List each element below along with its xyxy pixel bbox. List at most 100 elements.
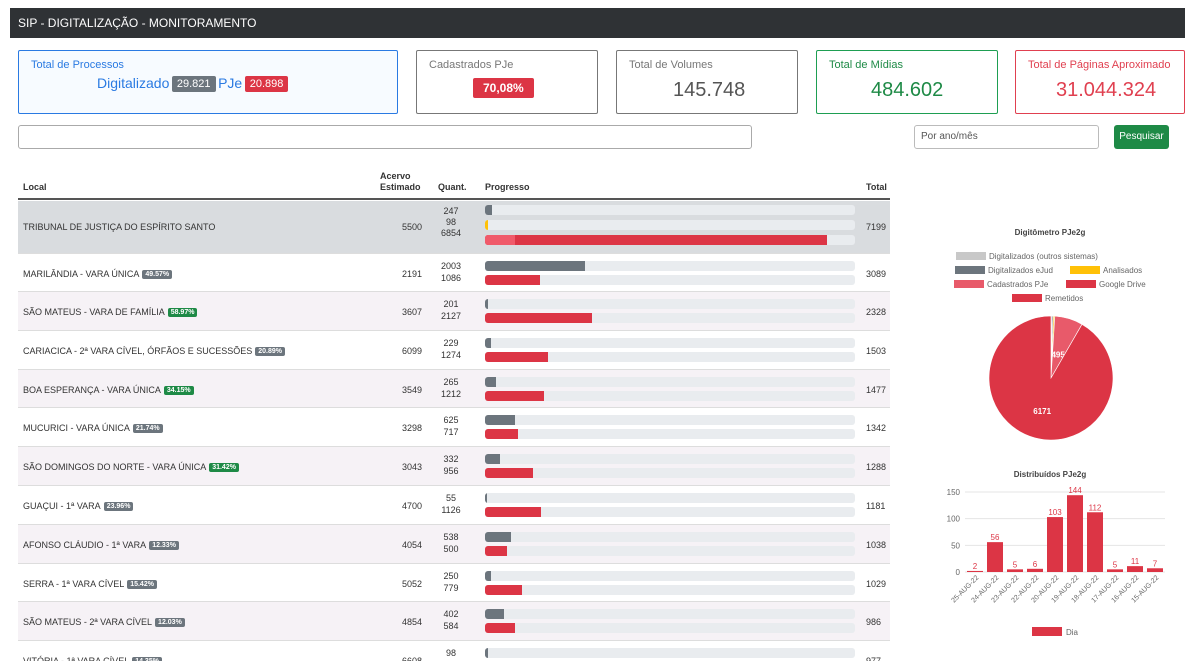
- progress-fill: [485, 261, 585, 271]
- table-row[interactable]: BOA ESPERANÇA - VARA ÚNICA 34.15% 3549 265 1…: [18, 370, 890, 408]
- progress-fill: [485, 546, 508, 556]
- progress-bar: [485, 261, 855, 271]
- progress-bar: [485, 493, 855, 503]
- progress-fill: [485, 235, 828, 245]
- row-local-text: SÃO MATEUS - 2ª VARA CÍVEL: [23, 617, 153, 627]
- table-row[interactable]: VITÓRIA - 1ª VARA CÍVEL14.35% 6608 98 977: [18, 641, 890, 661]
- row-acervo: 4700: [401, 501, 422, 511]
- row-total: 7199: [866, 222, 887, 232]
- bar[interactable]: [1067, 495, 1083, 572]
- row-quant-2: 717: [443, 427, 459, 437]
- search-input[interactable]: [18, 125, 752, 149]
- legend-label: Remetidos: [1045, 294, 1084, 303]
- progress-bar: [485, 275, 855, 285]
- card-title: Total de Volumes: [629, 59, 713, 71]
- y-tick-label: 0: [956, 568, 961, 577]
- row-quant-3: 6854: [440, 228, 462, 238]
- app-title-bar: SIP - DIGITALIZAÇÃO - MONITORAMENTO: [10, 8, 1185, 38]
- legend-swatch: [1070, 266, 1100, 274]
- table-row[interactable]: TRIBUNAL DE JUSTIÇA DO ESPÍRITO SANTO 55…: [18, 201, 890, 254]
- row-total: 1038: [866, 540, 887, 550]
- table-row[interactable]: MARILÂNDIA - VARA ÚNICA 49.57% 2191 2003 108…: [18, 254, 890, 292]
- bar[interactable]: [1147, 568, 1163, 572]
- progress-bar: [485, 585, 855, 595]
- legend-remetidos[interactable]: Remetidos: [1012, 294, 1083, 303]
- row-total: 1181: [866, 501, 886, 511]
- bar[interactable]: [1127, 566, 1143, 572]
- progress-fill: [485, 352, 548, 362]
- progress-fill: [485, 313, 593, 323]
- progress-fill: [485, 585, 522, 595]
- row-quant-1: 538: [443, 532, 459, 542]
- table-row[interactable]: MUCURICI - VARA ÚNICA 21.74% 3298 625 717 134…: [18, 408, 890, 447]
- progress-bar: [485, 648, 855, 658]
- row-local: SÃO MATEUS - 2ª VARA CÍVEL 12.03%: [23, 617, 185, 627]
- table-row[interactable]: GUAÇUI - 1ª VARA 23.96% 4700 55 1126 1181: [18, 486, 890, 525]
- progress-bar: [485, 352, 855, 362]
- row-local: SÃO DOMINGOS DO NORTE - VARA ÚNICA 31.42%: [23, 462, 239, 472]
- pie-chart-title: Digitômetro PJe2g: [1014, 228, 1086, 237]
- progress-fill: [485, 275, 540, 285]
- row-quant-2: 1212: [440, 389, 462, 399]
- table-row[interactable]: SÃO MATEUS - VARA DE FAMÍLIA 58.97% 3607 20…: [18, 292, 890, 331]
- legend-label: Google Drive: [1099, 280, 1146, 289]
- row-quant-1: 55: [445, 493, 456, 503]
- row-acervo: 6099: [401, 346, 422, 356]
- legend-swatch: [955, 266, 985, 274]
- bar[interactable]: [1047, 517, 1063, 572]
- bar[interactable]: [1007, 569, 1023, 572]
- header-quant[interactable]: Quant.: [438, 182, 467, 192]
- legend-dia[interactable]: Dia: [1066, 628, 1079, 637]
- row-quant-2: 1126: [441, 505, 461, 515]
- legend-digitalizados-ejud[interactable]: Digitalizados eJud: [955, 266, 1053, 275]
- pie-chart: 2121244956171: [988, 315, 1114, 441]
- legend-label: Cadastrados PJe: [987, 280, 1049, 289]
- card-midias: Total de Mídias 484.602: [816, 50, 998, 114]
- table-row[interactable]: SÃO MATEUS - 2ª VARA CÍVEL 12.03% 4854 402 5…: [18, 602, 890, 641]
- legend-label: Digitalizados eJud: [988, 266, 1053, 275]
- header-acervo-1[interactable]: Acervo: [380, 171, 411, 181]
- period-input[interactable]: Por ano/mês: [914, 125, 1099, 149]
- progress-fill: [485, 571, 491, 581]
- table-row[interactable]: SERRA - 1ª VARA CÍVEL 15.42% 5052 250 779 102…: [18, 564, 890, 602]
- row-acervo: 3043: [401, 462, 422, 472]
- table-header: Local Acervo Estimado Quant. Progresso T…: [18, 165, 890, 200]
- bar[interactable]: [1027, 568, 1043, 572]
- y-tick-label: 100: [947, 515, 961, 524]
- row-quant-2: 98: [445, 217, 456, 227]
- legend-google-drive[interactable]: Google Drive: [1066, 280, 1146, 289]
- pie-slice[interactable]: [988, 315, 1114, 441]
- row-local: TRIBUNAL DE JUSTIÇA DO ESPÍRITO SANTO: [23, 222, 216, 232]
- row-local: VITÓRIA - 1ª VARA CÍVEL14.35%: [23, 656, 162, 661]
- table-row[interactable]: CARIACICA - 2ª VARA CÍVEL, ÓRFÃOS E SUCE…: [18, 331, 890, 370]
- row-local: SÃO MATEUS - VARA DE FAMÍLIA 58.97%: [23, 307, 198, 317]
- row-quant-2: 1086: [440, 273, 462, 283]
- progress-bar: [485, 454, 855, 464]
- header-local[interactable]: Local: [23, 182, 47, 192]
- row-quant-2: 2127: [440, 311, 462, 321]
- legend-analisados[interactable]: Analisados: [1070, 266, 1142, 275]
- percent-badge: 20.89%: [255, 347, 285, 356]
- legend-digitalizados-outros[interactable]: Digitalizados (outros sistemas): [956, 252, 1098, 261]
- bar[interactable]: [1107, 569, 1123, 572]
- header-progresso[interactable]: Progresso: [485, 182, 530, 192]
- header-total[interactable]: Total: [866, 182, 887, 192]
- pje-label: PJe: [218, 75, 243, 91]
- header-acervo-2[interactable]: Estimado: [380, 182, 421, 192]
- legend-cadastrados-pje[interactable]: Cadastrados PJe: [954, 280, 1048, 289]
- row-total: 2328: [866, 307, 887, 317]
- card-paginas: Total de Páginas Aproximado 31.044.324: [1015, 50, 1185, 114]
- row-quant-1: 625: [443, 415, 459, 425]
- table-row[interactable]: SÃO DOMINGOS DO NORTE - VARA ÚNICA 31.42%…: [18, 447, 890, 486]
- progress-bar: [485, 313, 855, 323]
- row-quant-1: 332: [443, 454, 459, 464]
- bar[interactable]: [967, 570, 983, 572]
- progress-bar: [485, 609, 855, 619]
- bar[interactable]: [1087, 512, 1103, 572]
- progress-bar: [485, 429, 855, 439]
- progress-fill: [485, 391, 545, 401]
- search-button[interactable]: Pesquisar: [1114, 125, 1169, 149]
- bar[interactable]: [987, 542, 1003, 572]
- row-total: 1477: [866, 385, 887, 395]
- table-row[interactable]: AFONSO CLÁUDIO - 1ª VARA 12.33% 4054 538 500…: [18, 525, 890, 564]
